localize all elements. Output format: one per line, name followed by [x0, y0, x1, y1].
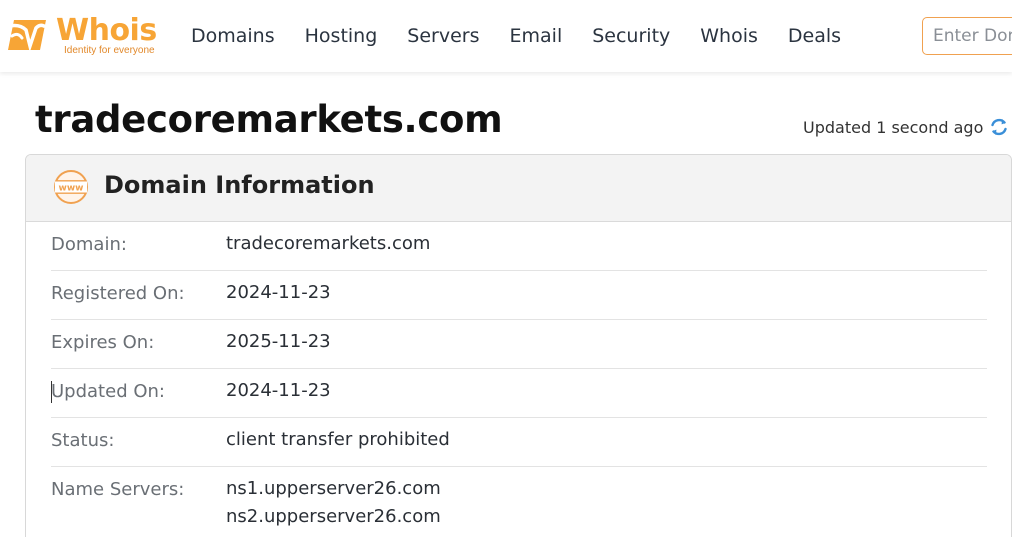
site-header: Whois Identity for everyone Domains Host…	[0, 0, 1012, 72]
row-label: Registered On:	[51, 283, 185, 304]
logo-wordmark: Whois	[56, 13, 157, 48]
card-title: Domain Information	[104, 171, 375, 199]
row-label: Expires On:	[51, 332, 155, 353]
nav-item-servers[interactable]: Servers	[392, 22, 494, 50]
row-label: Name Servers:	[51, 479, 185, 500]
row-value: 2024-11-23	[226, 380, 331, 401]
whois-logo-icon	[8, 20, 46, 53]
name-server-2: ns2.upperserver26.com	[226, 506, 441, 527]
row-label: Status:	[51, 430, 115, 451]
nav-item-domains[interactable]: Domains	[176, 22, 290, 50]
nav-item-security[interactable]: Security	[577, 22, 685, 50]
info-row-expires: Expires On: 2025-11-23	[51, 320, 987, 369]
nav-item-hosting[interactable]: Hosting	[290, 22, 393, 50]
info-row-domain: Domain: tradecoremarkets.com	[51, 222, 987, 271]
domain-search-box	[922, 17, 1012, 55]
info-row-updated: Updated On: 2024-11-23	[51, 369, 987, 418]
update-status: Updated 1 second ago	[803, 116, 1009, 138]
updated-timestamp: Updated 1 second ago	[803, 117, 984, 137]
svg-text:www: www	[59, 184, 84, 194]
refresh-icon[interactable]	[989, 116, 1009, 138]
card-header: www Domain Information	[26, 155, 1011, 222]
main-nav: Domains Hosting Servers Email Security W…	[176, 22, 856, 50]
nav-item-email[interactable]: Email	[495, 22, 578, 50]
www-icon: www	[54, 170, 88, 204]
row-value: 2025-11-23	[226, 331, 331, 352]
row-label: Updated On:	[51, 381, 165, 402]
nav-item-deals[interactable]: Deals	[773, 22, 856, 50]
info-row-name-servers: Name Servers: ns1.upperserver26.com ns2.…	[51, 467, 987, 537]
row-value: 2024-11-23	[226, 282, 331, 303]
page-title: tradecoremarkets.com	[35, 98, 503, 141]
domain-information-card: www Domain Information Domain: tradecore…	[25, 154, 1012, 537]
row-label: Domain:	[51, 234, 127, 255]
logo-tagline: Identity for everyone	[64, 45, 155, 56]
row-value: tradecoremarkets.com	[226, 233, 431, 254]
row-value: client transfer prohibited	[226, 429, 450, 450]
domain-search-input[interactable]	[923, 18, 1012, 54]
name-server-list: ns1.upperserver26.com ns2.upperserver26.…	[226, 475, 441, 531]
info-row-status: Status: client transfer prohibited	[51, 418, 987, 467]
name-server-1: ns1.upperserver26.com	[226, 478, 441, 499]
info-row-registered: Registered On: 2024-11-23	[51, 271, 987, 320]
domain-info-rows: Domain: tradecoremarkets.com Registered …	[51, 222, 987, 537]
nav-item-whois[interactable]: Whois	[685, 22, 773, 50]
whois-logo[interactable]: Whois Identity for everyone	[6, 14, 166, 60]
